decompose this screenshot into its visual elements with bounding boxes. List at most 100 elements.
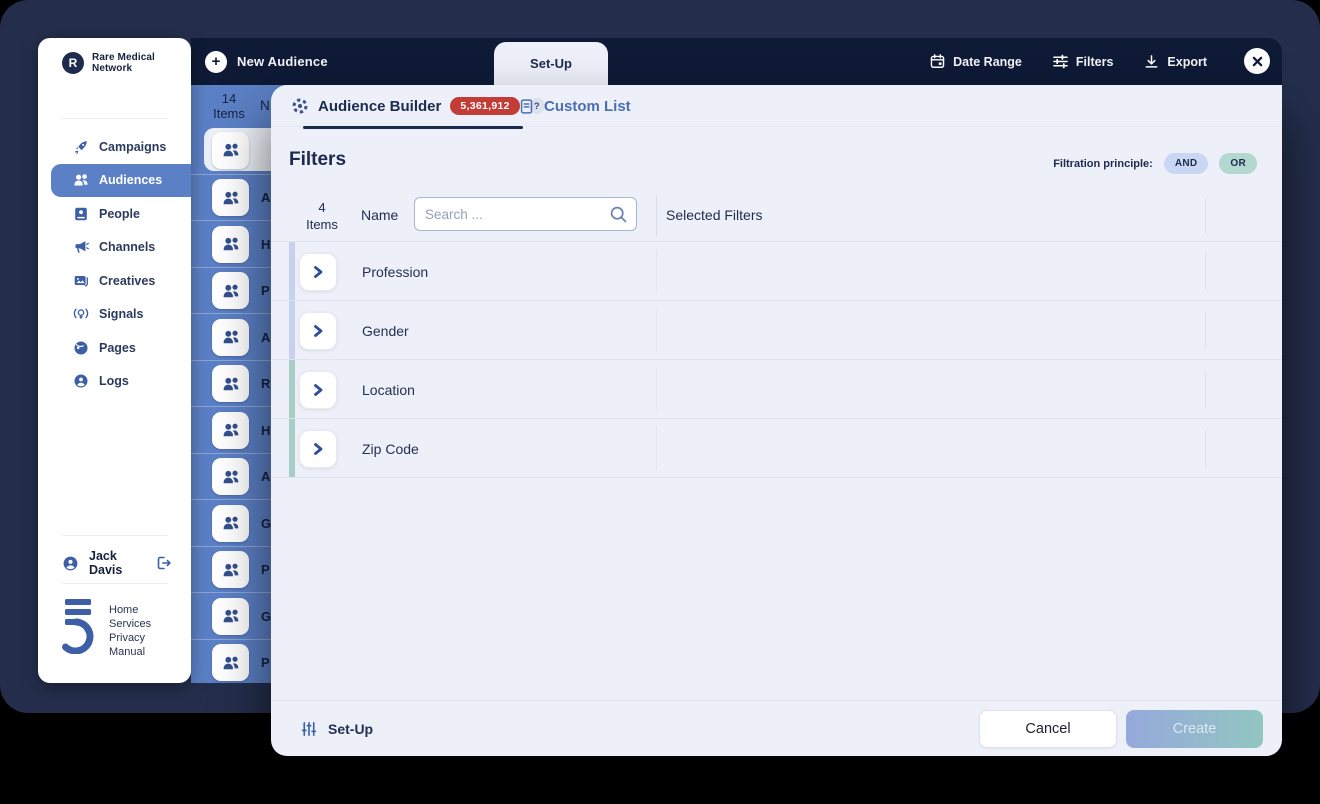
audience-item-button[interactable] — [212, 365, 249, 402]
people-icon — [222, 328, 240, 346]
expand-filter-button[interactable] — [299, 312, 337, 350]
audience-builder-modal: Audience Builder 5,361,912 ? Custom List… — [271, 85, 1282, 756]
filter-items-count-label: Items — [297, 216, 347, 233]
sidebar-item-people[interactable]: People — [38, 197, 191, 230]
people-icon — [222, 189, 240, 207]
expand-filter-button[interactable] — [299, 253, 337, 291]
user-name: Jack Davis — [89, 549, 145, 577]
audience-count: 14 Items — [205, 91, 253, 121]
people-icon — [222, 514, 240, 532]
audience-name-partial: A — [261, 314, 270, 361]
search-icon[interactable] — [609, 205, 628, 224]
sidebar-item-pages[interactable]: Pages — [38, 331, 191, 364]
people-icon — [222, 561, 240, 579]
export-button[interactable]: Export — [1143, 53, 1207, 70]
brand-name: Rare Medical Network — [92, 52, 185, 74]
filter-items-count: 4 Items — [297, 199, 347, 233]
audience-name-partial: A — [261, 175, 270, 222]
audience-count-label: Items — [205, 106, 253, 121]
tab-set-up[interactable]: Set-Up — [494, 42, 608, 85]
audience-name-partial: H — [261, 221, 270, 268]
filter-group-strip — [289, 360, 295, 418]
new-audience-button[interactable]: + New Audience — [205, 38, 328, 85]
audience-item-button[interactable] — [212, 598, 249, 635]
footer-link-home[interactable]: Home — [109, 604, 151, 617]
filter-name: Gender — [362, 301, 409, 360]
audience-name-partial: G — [261, 593, 271, 640]
tab-custom-list-label: Custom List — [544, 98, 631, 115]
audience-item-button[interactable] — [212, 272, 249, 309]
audience-size-badge: 5,361,912 — [450, 97, 519, 115]
audience-item-button[interactable] — [212, 458, 249, 495]
audience-name-partial: H — [261, 407, 270, 454]
user-avatar-icon — [62, 555, 79, 572]
divider — [62, 535, 167, 536]
filter-rows: Profession Gender Location — [271, 242, 1282, 478]
filters-title: Filters — [289, 149, 346, 171]
audience-item-button[interactable] — [212, 644, 249, 681]
create-button[interactable]: Create — [1126, 710, 1263, 748]
filter-name: Location — [362, 360, 415, 419]
audience-item-button[interactable] — [212, 505, 249, 542]
search-input[interactable] — [425, 198, 605, 230]
column-divider — [656, 367, 657, 411]
cancel-button[interactable]: Cancel — [979, 710, 1117, 748]
filter-group-strip — [289, 419, 295, 477]
audience-name-partial: G — [261, 500, 271, 547]
footer-link-services[interactable]: Services — [109, 618, 151, 631]
or-toggle[interactable]: OR — [1219, 153, 1257, 174]
sidebar-footer: Home Services Privacy Manual — [62, 598, 151, 659]
people-icon — [222, 235, 240, 253]
logout-button[interactable] — [155, 554, 173, 572]
people-icon — [222, 141, 240, 159]
filters-button[interactable]: Filters — [1052, 53, 1114, 70]
plus-icon: + — [205, 51, 227, 73]
expand-filter-button[interactable] — [299, 371, 337, 409]
footer-link-manual[interactable]: Manual — [109, 646, 151, 659]
and-toggle[interactable]: AND — [1164, 153, 1209, 174]
filters-label: Filters — [1076, 55, 1114, 69]
footer-link-privacy[interactable]: Privacy — [109, 632, 151, 645]
modal-tabs: Audience Builder 5,361,912 ? Custom List — [271, 85, 1282, 127]
export-label: Export — [1167, 55, 1207, 69]
sidebar-item-channels[interactable]: Channels — [38, 231, 191, 264]
new-audience-label: New Audience — [237, 54, 328, 69]
row-end-divider — [1205, 430, 1206, 467]
audience-item-button[interactable] — [212, 226, 249, 263]
divider — [62, 118, 167, 119]
footer-setup[interactable]: Set-Up — [300, 701, 373, 757]
footer-setup-label: Set-Up — [328, 721, 373, 737]
audience-item-button[interactable] — [212, 412, 249, 449]
audience-item-button[interactable] — [212, 179, 249, 216]
filter-items-count-value: 4 — [297, 199, 347, 216]
filter-group-strip — [289, 301, 295, 359]
sidebar-item-signals[interactable]: Signals — [38, 298, 191, 331]
sidebar-item-logs[interactable]: Logs — [38, 365, 191, 398]
date-range-button[interactable]: Date Range — [929, 53, 1022, 70]
navbar-actions: Date Range Filters Export — [929, 38, 1207, 85]
tab-custom-list[interactable]: Custom List — [518, 85, 631, 127]
download-icon — [1143, 53, 1160, 70]
audience-name-column: N — [260, 98, 270, 113]
sidebar-item-campaigns[interactable]: Campaigns — [38, 130, 191, 163]
expand-filter-button[interactable] — [299, 430, 337, 468]
logout-icon — [155, 554, 173, 572]
chevron-right-icon — [310, 382, 326, 398]
audience-item-button[interactable] — [212, 319, 249, 356]
sidebar-item-creatives[interactable]: Creatives — [38, 264, 191, 297]
modal-footer: Set-Up Cancel Create — [271, 700, 1282, 756]
date-range-label: Date Range — [953, 55, 1022, 69]
sidebar: R Rare Medical Network Campaigns Audienc… — [38, 38, 191, 683]
tab-audience-builder[interactable]: Audience Builder 5,361,912 ? — [291, 85, 545, 127]
contact-card-icon — [73, 206, 89, 222]
sidebar-item-audiences[interactable]: Audiences — [51, 164, 191, 197]
audience-item-button[interactable] — [212, 551, 249, 588]
filter-table-header: 4 Items Name Selected Filters — [271, 190, 1282, 242]
audience-name-partial: A — [261, 454, 270, 501]
filter-search — [414, 197, 637, 231]
row-end-divider — [1205, 198, 1206, 234]
filtration-principle-label: Filtration principle: — [1053, 158, 1153, 170]
sidebar-item-label: Creatives — [99, 274, 155, 288]
audience-item-button[interactable] — [212, 132, 249, 169]
close-button[interactable] — [1244, 48, 1270, 74]
